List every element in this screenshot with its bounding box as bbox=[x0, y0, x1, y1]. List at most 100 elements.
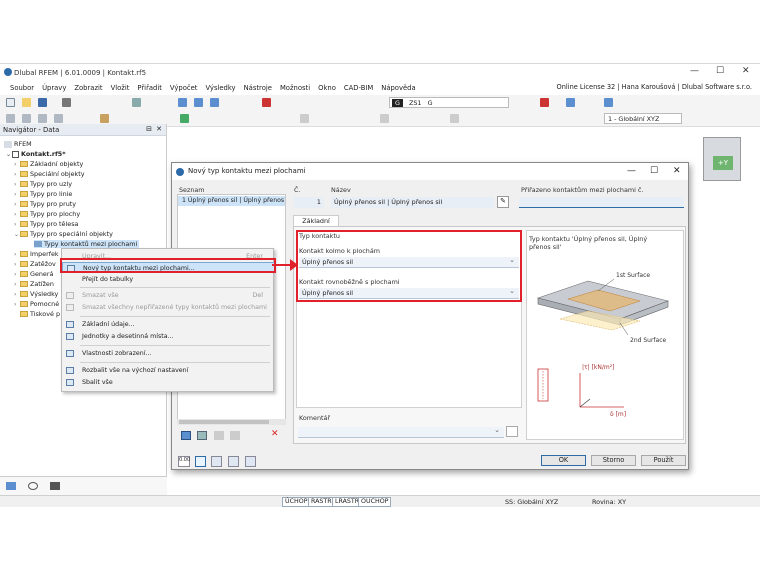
data-tab-icon[interactable] bbox=[6, 482, 16, 490]
menu-item-go-to-table[interactable]: Přejít do tabulky bbox=[62, 274, 275, 285]
menu-item-units[interactable]: Jednotky a desetinná místa... bbox=[62, 331, 275, 342]
load-case-selector[interactable]: G ZS1 G bbox=[389, 97, 509, 108]
menu-vlozit[interactable]: Vložit bbox=[107, 84, 134, 92]
copy-item-icon[interactable] bbox=[197, 431, 207, 440]
display-icon[interactable] bbox=[604, 98, 613, 107]
menu-priradit[interactable]: Přiřadit bbox=[133, 84, 166, 92]
info-icon[interactable] bbox=[211, 456, 222, 467]
tree-item-typy-telesa[interactable]: › Typy pro tělesa bbox=[14, 220, 78, 228]
assigned-label: Přiřazeno kontaktům mezi plochami č. bbox=[521, 186, 644, 194]
tree-item-tiskove[interactable]: Tiskové p bbox=[14, 310, 60, 318]
status-snap[interactable]: ÚCHOP bbox=[282, 497, 311, 507]
tree-item-pomocne[interactable]: › Pomocné bbox=[14, 300, 59, 308]
pin-icon[interactable]: ⊟ bbox=[146, 125, 152, 133]
dialog-minimize-button[interactable]: — bbox=[627, 163, 636, 180]
tree-file[interactable]: ⌄ Kontakt.rf5* bbox=[6, 150, 66, 158]
help-icon[interactable] bbox=[228, 456, 239, 467]
menu-item-delete-unassigned[interactable]: Smazat všechny nepřiřazené typy kontaktů… bbox=[62, 302, 275, 313]
edit-name-icon[interactable]: ✎ bbox=[497, 196, 509, 208]
type-list-item[interactable]: 1 Úplný přenos sil | Úplný přenos bbox=[178, 196, 285, 206]
open-file-icon[interactable] bbox=[22, 98, 31, 107]
units-icon[interactable]: 0.00 bbox=[178, 456, 190, 467]
menu-zobrazit[interactable]: Zobrazit bbox=[70, 84, 106, 92]
maximize-button[interactable]: ☐ bbox=[716, 66, 724, 76]
menu-napoveda[interactable]: Nápověda bbox=[377, 84, 419, 92]
tree-item-vysledky[interactable]: › Výsledky bbox=[14, 290, 58, 298]
menu-upravy[interactable]: Úpravy bbox=[38, 84, 70, 92]
menu-vypocet[interactable]: Výpočet bbox=[166, 84, 202, 92]
undo-icon[interactable] bbox=[132, 98, 141, 107]
status-osnap[interactable]: OUCHOP bbox=[358, 497, 392, 507]
ok-button[interactable]: OK bbox=[541, 455, 586, 466]
minimize-button[interactable]: — bbox=[690, 66, 699, 76]
print-icon[interactable] bbox=[62, 98, 71, 107]
view3-icon[interactable] bbox=[210, 98, 219, 107]
tree-root[interactable]: RFEM bbox=[4, 140, 32, 148]
tree-item-typy-plochy[interactable]: › Typy pro plochy bbox=[14, 210, 80, 218]
apply-button[interactable]: Použít bbox=[641, 455, 686, 466]
app-logo-icon bbox=[4, 68, 12, 76]
tree-item-typy-uzly[interactable]: › Typy pro uzly bbox=[14, 180, 72, 188]
assigned-field[interactable] bbox=[519, 197, 684, 208]
grid-icon[interactable] bbox=[380, 114, 389, 123]
view2-icon[interactable] bbox=[194, 98, 203, 107]
save-icon[interactable] bbox=[38, 98, 47, 107]
view-cube[interactable]: +Y bbox=[703, 137, 741, 181]
dialog-close-button[interactable]: ✕ bbox=[673, 163, 681, 180]
comment-edit-icon[interactable] bbox=[506, 426, 518, 437]
menu-moznosti[interactable]: Možnosti bbox=[276, 84, 314, 92]
load-icon[interactable] bbox=[300, 114, 309, 123]
member-icon[interactable] bbox=[38, 114, 47, 123]
display-tab-icon[interactable] bbox=[28, 482, 38, 490]
menu-item-expand-all[interactable]: Rozbalit vše na výchozí nastavení bbox=[62, 365, 275, 376]
color-icon[interactable] bbox=[195, 456, 206, 467]
status-grid[interactable]: RASTR bbox=[308, 497, 335, 507]
support-icon[interactable] bbox=[180, 114, 189, 123]
tree-item-typy-kontaktu[interactable]: Typy kontaktů mezi plochami bbox=[34, 240, 140, 248]
tab-zakladni-udaje[interactable]: Základní údaje bbox=[293, 215, 339, 236]
menu-item-display-properties[interactable]: Vlastnosti zobrazení... bbox=[62, 348, 275, 359]
cancel-button[interactable]: Storno bbox=[591, 455, 636, 466]
list-scrollbar[interactable] bbox=[177, 419, 286, 425]
tree-item-imperfekce[interactable]: › Imperfek bbox=[14, 250, 59, 258]
dialog-maximize-button[interactable]: ☐ bbox=[650, 163, 658, 180]
script-icon[interactable] bbox=[245, 456, 256, 467]
tree-item-typy-linie[interactable]: › Typy pro linie bbox=[14, 190, 72, 198]
tree-item-typy-pruty[interactable]: › Typy pro pruty bbox=[14, 200, 76, 208]
menu-cad-bim[interactable]: CAD-BIM bbox=[340, 84, 377, 92]
close-window-button[interactable]: ✕ bbox=[742, 66, 750, 76]
line-icon[interactable] bbox=[22, 114, 31, 123]
delete-item-icon[interactable]: ✕ bbox=[271, 429, 279, 439]
menu-okno[interactable]: Okno bbox=[314, 84, 340, 92]
tree-item-zakladni-objekty[interactable]: › Základní objekty bbox=[14, 160, 83, 168]
filter-icon[interactable] bbox=[566, 98, 575, 107]
window-title: Dlubal RFEM | 6.01.0009 | Kontakt.rf5 bbox=[14, 68, 147, 77]
tree-item-zatizeni[interactable]: › Zatížen bbox=[14, 280, 54, 288]
name-field[interactable]: Úplný přenos sil | Úplný přenos sil bbox=[331, 197, 494, 208]
tree-item-zatezovaci[interactable]: › Zatěžov bbox=[14, 260, 56, 268]
number-field[interactable]: 1 bbox=[294, 197, 324, 208]
menu-soubor[interactable]: Soubor bbox=[6, 84, 38, 92]
comment-dropdown[interactable] bbox=[298, 425, 504, 438]
folder-icon bbox=[20, 181, 28, 187]
menu-item-delete-all[interactable]: Smazat vše Del bbox=[62, 290, 275, 301]
section-icon[interactable] bbox=[450, 114, 459, 123]
menu-nastroje[interactable]: Nástroje bbox=[240, 84, 276, 92]
close-panel-icon[interactable]: ✕ bbox=[156, 125, 162, 133]
node-icon[interactable] bbox=[6, 114, 15, 123]
tree-item-generator[interactable]: › Generá bbox=[14, 270, 53, 278]
tree-item-specialni-objekty[interactable]: › Speciální objekty bbox=[14, 170, 85, 178]
new-item-icon[interactable] bbox=[181, 431, 191, 440]
menu-item-basic-data[interactable]: Základní údaje... bbox=[62, 319, 275, 330]
solid-icon[interactable] bbox=[100, 114, 109, 123]
arrow-icon[interactable] bbox=[540, 98, 549, 107]
menu-item-collapse-all[interactable]: Sbalit vše bbox=[62, 377, 275, 388]
views-tab-icon[interactable] bbox=[50, 482, 60, 490]
menu-vysledky[interactable]: Výsledky bbox=[201, 84, 239, 92]
tree-item-typy-specialni[interactable]: ⌄ Typy pro speciální objekty bbox=[14, 230, 113, 238]
view-icon[interactable] bbox=[178, 98, 187, 107]
coordinate-system-selector[interactable]: 1 - Globální XYZ bbox=[604, 113, 682, 124]
new-file-icon[interactable] bbox=[6, 98, 15, 107]
calc-icon[interactable] bbox=[262, 98, 271, 107]
surface-icon[interactable] bbox=[54, 114, 63, 123]
